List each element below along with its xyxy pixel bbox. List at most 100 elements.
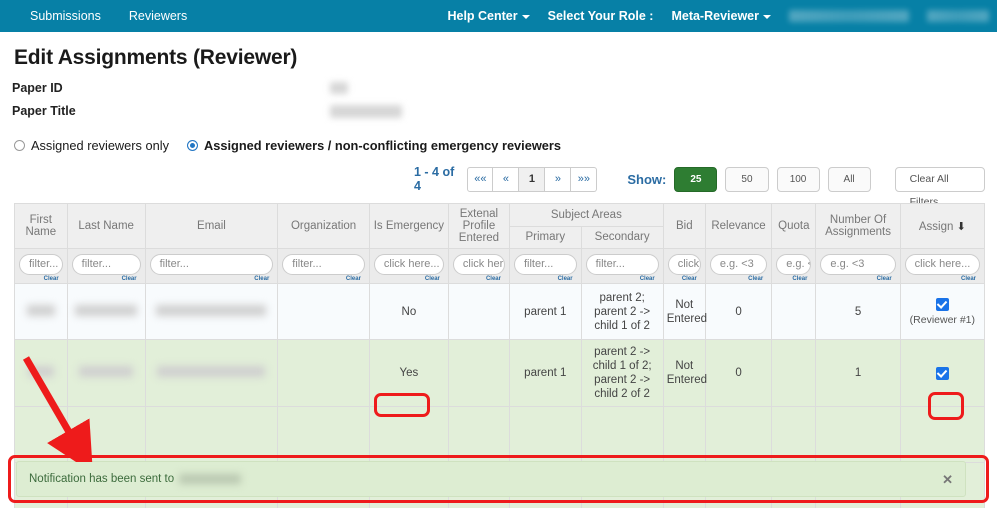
cell-organization — [277, 283, 370, 340]
show-100-button[interactable]: 100 — [776, 166, 820, 192]
clear-filter-quota[interactable]: Clear — [776, 275, 811, 282]
filter-input-bid[interactable]: click h — [667, 254, 701, 275]
notification-message-text: Notification has been sent to — [29, 473, 175, 485]
notification-close-icon[interactable]: ✕ — [942, 473, 953, 486]
paper-title-row: Paper Title — [12, 104, 985, 118]
pager-last[interactable]: »» — [571, 166, 598, 192]
th-number-of-assignments[interactable]: Number Of Assignments — [815, 203, 901, 249]
cell-num-assignments: 1 — [815, 339, 901, 407]
filter-input-relevance[interactable]: e.g. <3 — [709, 254, 768, 275]
filter-input-primary[interactable]: filter... — [513, 254, 577, 275]
th-subject-areas-group: Subject Areas — [508, 203, 664, 227]
cell-quota — [771, 283, 817, 340]
cell-last-name — [66, 339, 146, 407]
paper-title-label: Paper Title — [12, 104, 76, 118]
paper-id-label: Paper ID — [12, 81, 63, 95]
filter-cell-primary: filter... Clear — [508, 248, 582, 284]
clear-filter-is-emergency[interactable]: Clear — [374, 275, 444, 282]
nav-submissions[interactable]: Submissions — [30, 9, 101, 23]
th-assign[interactable]: Assign ⬇ — [899, 203, 986, 249]
clear-filter-num-assignments[interactable]: Clear — [820, 275, 895, 282]
is-emergency-value: Yes — [399, 367, 419, 379]
nav-logout-redacted[interactable] — [927, 10, 989, 22]
th-external-profile-entered[interactable]: Extenal Profile Entered — [447, 203, 510, 249]
filter-input-last-name[interactable]: filter... — [71, 254, 141, 275]
radio-circle-icon — [14, 140, 25, 151]
cell-assign: (Reviewer #1) — [899, 283, 986, 340]
filter-cell-secondary: filter... Clear — [580, 248, 664, 284]
pager-next[interactable]: » — [545, 166, 572, 192]
filter-input-num-assignments[interactable]: e.g. <3 — [820, 254, 896, 275]
last-name-redacted — [75, 304, 138, 316]
paper-id-value-redacted — [330, 82, 348, 94]
th-subject-primary[interactable]: Primary — [508, 225, 582, 249]
radio-assigned-and-emergency[interactable]: Assigned reviewers / non-conflicting eme… — [187, 138, 561, 153]
th-quota[interactable]: Quota — [771, 203, 817, 249]
clear-filter-email[interactable]: Clear — [150, 275, 274, 282]
clear-filter-external-profile[interactable]: Clear — [453, 275, 505, 282]
filter-input-assign[interactable]: click here... — [904, 254, 980, 275]
clear-filter-first-name[interactable]: Clear — [19, 275, 63, 282]
filter-cell-email: filter... Clear — [144, 248, 279, 284]
pager-first[interactable]: «« — [467, 166, 494, 192]
filter-input-first-name[interactable]: filter... — [19, 254, 63, 275]
th-is-emergency[interactable]: Is Emergency — [368, 203, 449, 249]
clear-filter-assign[interactable]: Clear — [905, 275, 980, 282]
notification-recipient-redacted — [179, 474, 242, 484]
cell-bid: Not Entered — [662, 283, 707, 340]
th-subject-secondary[interactable]: Secondary — [580, 225, 664, 249]
assign-checkbox[interactable] — [935, 297, 949, 311]
filter-input-is-emergency[interactable]: click here... — [373, 254, 444, 275]
clear-all-filters-button[interactable]: Clear All Filters — [894, 166, 986, 208]
clear-filter-primary[interactable]: Clear — [514, 275, 577, 282]
sort-down-arrow-icon: ⬇ — [956, 220, 966, 233]
radio-circle-selected-icon — [187, 140, 198, 151]
cell-bid: Not Entered — [662, 339, 707, 407]
nav-role-dropdown[interactable]: Meta-Reviewer — [671, 9, 771, 23]
th-organization[interactable]: Organization — [277, 203, 370, 249]
filter-input-secondary[interactable]: filter... — [585, 254, 659, 275]
cell-email — [144, 283, 279, 340]
reviewer-filter-radio-group: Assigned reviewers only Assigned reviewe… — [14, 138, 985, 153]
th-relevance[interactable]: Relevance — [704, 203, 773, 249]
first-name-redacted — [27, 366, 54, 377]
table-row: Yes parent 1 parent 2 -> child 1 of 2; p… — [14, 339, 986, 407]
nav-user-redacted[interactable] — [789, 10, 909, 22]
notification-message: Notification has been sent to — [29, 473, 242, 485]
assign-checkbox[interactable] — [935, 366, 949, 380]
clear-filter-last-name[interactable]: Clear — [72, 275, 141, 282]
filter-cell-organization: filter... Clear — [277, 248, 370, 284]
nav-reviewers[interactable]: Reviewers — [129, 9, 187, 23]
clear-filter-relevance[interactable]: Clear — [710, 275, 767, 282]
filter-input-email[interactable]: filter... — [149, 254, 274, 275]
filter-cell-first-name: filter... Clear — [14, 248, 68, 284]
th-last-name[interactable]: Last Name — [66, 203, 146, 249]
nav-help-center[interactable]: Help Center — [447, 9, 530, 23]
filter-input-quota[interactable]: e.g. < — [776, 254, 812, 275]
table-head: First Name Last Name Email Organization … — [14, 203, 986, 284]
clear-filter-organization[interactable]: Clear — [282, 275, 365, 282]
filter-input-organization[interactable]: filter... — [282, 254, 365, 275]
clear-filter-secondary[interactable]: Clear — [586, 275, 659, 282]
cell-organization — [277, 339, 370, 407]
clear-filter-bid[interactable]: Clear — [668, 275, 701, 282]
show-all-button[interactable]: All — [827, 166, 871, 192]
th-first-name[interactable]: First Name — [14, 203, 68, 249]
show-50-button[interactable]: 50 — [725, 166, 769, 192]
paper-title-value-redacted — [330, 104, 402, 118]
show-25-button[interactable]: 25 — [674, 166, 718, 192]
cell-external-profile — [447, 339, 510, 407]
filter-cell-external-profile: click her Clear — [447, 248, 510, 284]
th-email[interactable]: Email — [144, 203, 279, 249]
pager-page-1[interactable]: 1 — [519, 166, 546, 192]
cell-secondary: parent 2; parent 2 -> child 1 of 2 — [580, 283, 664, 340]
chevron-down-icon — [763, 14, 771, 19]
th-bid[interactable]: Bid — [662, 203, 706, 249]
pager: «« « 1 » »» — [467, 166, 598, 192]
filter-cell-assign: click here... Clear — [899, 248, 986, 284]
cell-email — [144, 339, 279, 407]
pager-prev[interactable]: « — [493, 166, 520, 192]
radio-assigned-only[interactable]: Assigned reviewers only — [14, 138, 169, 153]
top-navigation-bar: Submissions Reviewers Help Center Select… — [0, 0, 997, 32]
filter-input-external-profile[interactable]: click her — [452, 254, 505, 275]
